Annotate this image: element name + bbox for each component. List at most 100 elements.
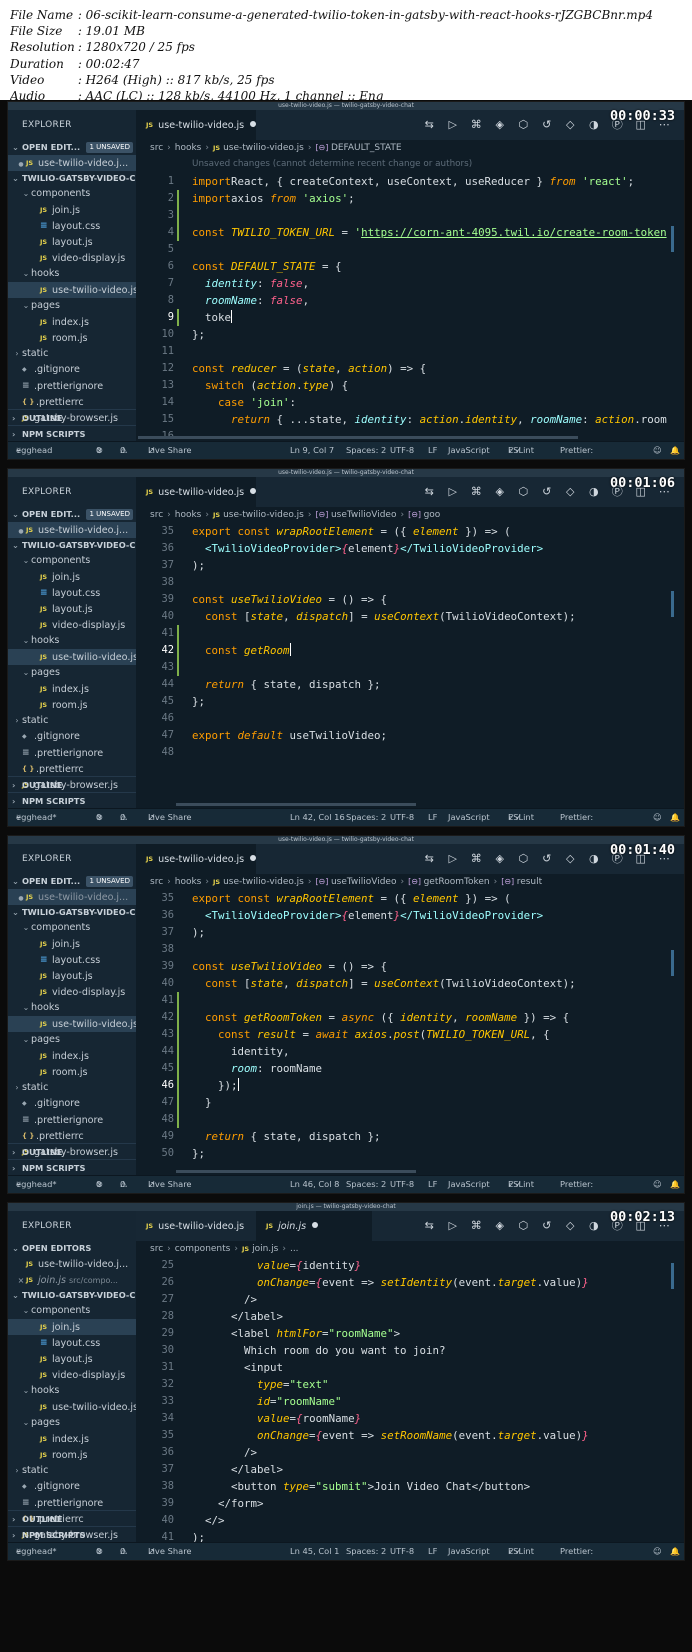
breadcrumb-symbol[interactable]: getRoomToken — [424, 877, 490, 887]
git-commit-icon[interactable]: ◇ — [559, 844, 583, 874]
feedback-icon[interactable]: ☺ — [653, 1543, 662, 1560]
source-control-icon[interactable]: ⇆ — [418, 1211, 442, 1241]
compare-icon[interactable]: ◑ — [582, 110, 606, 140]
encoding[interactable]: UTF-8 — [390, 1543, 414, 1560]
tree-item[interactable]: › static — [8, 346, 136, 362]
code-editor[interactable]: 35 export const wrapRootElement = ({ elem… — [136, 890, 684, 1175]
language[interactable]: JavaScript — [448, 1543, 490, 1560]
npm-header[interactable]: › NPM SCRIPTS — [8, 792, 136, 808]
tree-item[interactable]: ⌄ components — [8, 186, 136, 202]
code-editor[interactable]: 35 export const wrapRootElement = ({ elem… — [136, 523, 684, 808]
layers-icon[interactable]: ◈ — [488, 110, 512, 140]
git-branch[interactable]: ⑂ egghead* — [16, 1543, 57, 1560]
project-header[interactable]: ⌄ TWILIO-GATSBY-VIDEO-C... — [8, 1288, 136, 1303]
breadcrumb-symbol[interactable]: useTwilioVideo — [331, 510, 397, 520]
project-header[interactable]: ⌄ TWILIO-GATSBY-VIDEO-C... — [8, 171, 136, 186]
compare-icon[interactable]: ◑ — [582, 477, 606, 507]
breadcrumb-symbol[interactable]: goo — [424, 510, 441, 520]
tree-item[interactable]: JS room.js — [8, 1064, 136, 1080]
tree-item[interactable]: JS video-display.js — [8, 1367, 136, 1383]
prettier[interactable]: Prettier: — [560, 1543, 593, 1560]
tree-item[interactable]: JS use-twilio-video.js — [8, 282, 136, 298]
run-icon[interactable]: ▷ — [441, 1211, 465, 1241]
tree-item[interactable]: JS room.js — [8, 330, 136, 346]
editor-tab[interactable]: JS use-twilio-video.js — [136, 110, 257, 140]
tree-item[interactable]: JS index.js — [8, 681, 136, 697]
tree-item[interactable]: ≡ .prettierignore — [8, 378, 136, 394]
breadcrumb-file[interactable]: join.js — [252, 1244, 278, 1254]
feedback-icon[interactable]: ☺ — [653, 442, 662, 459]
breadcrumb-file[interactable]: use-twilio-video.js — [223, 143, 304, 153]
compare-icon[interactable]: ◑ — [582, 1211, 606, 1241]
tree-item[interactable]: JS layout.js — [8, 234, 136, 250]
indentation[interactable]: Spaces: 2 — [346, 1176, 386, 1193]
tree-item[interactable]: ≡ layout.css — [8, 585, 136, 601]
run-icon[interactable]: ▷ — [441, 477, 465, 507]
warnings-count[interactable]: ⚠ 0 — [120, 1176, 127, 1193]
command-icon[interactable]: ⌘ — [465, 477, 489, 507]
layers-icon[interactable]: ◈ — [488, 1211, 512, 1241]
tree-item[interactable]: JS join.js — [8, 936, 136, 952]
tree-item[interactable]: JS join.js — [8, 1319, 136, 1335]
history-icon[interactable]: ↺ — [535, 1211, 559, 1241]
tree-item[interactable]: JS use-twilio-video.js — [8, 1016, 136, 1032]
breadcrumb-symbol[interactable]: result — [517, 877, 542, 887]
breadcrumb-symbol[interactable]: useTwilioVideo — [331, 877, 397, 887]
tree-item[interactable]: { } .prettierrc — [8, 1128, 136, 1144]
tree-item[interactable]: ≡ layout.css — [8, 1335, 136, 1351]
tree-item[interactable]: ⌄ hooks — [8, 1383, 136, 1399]
git-commit-icon[interactable]: ◇ — [559, 110, 583, 140]
open-editor-item[interactable]: ● JS use-twilio-video.j... — [8, 522, 136, 538]
tree-item[interactable]: ≡ .prettierignore — [8, 745, 136, 761]
breadcrumb-folder[interactable]: hooks — [175, 143, 202, 153]
prettier[interactable]: Prettier: — [560, 809, 593, 826]
outline-header[interactable]: › OUTLINE — [8, 1143, 136, 1159]
indentation[interactable]: Spaces: 2 — [346, 442, 386, 459]
errors-count[interactable]: ⊗ 0 — [96, 809, 103, 826]
tree-item[interactable]: JS join.js — [8, 569, 136, 585]
eslint[interactable]: ✓✓ ESLint — [508, 809, 534, 826]
prettier[interactable]: Prettier: — [560, 1176, 593, 1193]
notifications-bell-icon[interactable]: 🔔 — [670, 1176, 680, 1193]
open-editor-item[interactable]: JS use-twilio-video.j... — [8, 1256, 136, 1272]
tree-item[interactable]: ⌄ components — [8, 553, 136, 569]
compare-icon[interactable]: ◑ — [582, 844, 606, 874]
tree-item[interactable]: ≡ .prettierignore — [8, 1495, 136, 1511]
tree-item[interactable]: ⌄ components — [8, 1303, 136, 1319]
breadcrumb-src[interactable]: src — [150, 877, 163, 887]
package-icon[interactable]: ⬡ — [512, 110, 536, 140]
encoding[interactable]: UTF-8 — [390, 1176, 414, 1193]
breadcrumb-src[interactable]: src — [150, 143, 163, 153]
tree-item[interactable]: ⌄ pages — [8, 665, 136, 681]
history-icon[interactable]: ↺ — [535, 477, 559, 507]
tree-item[interactable]: JS video-display.js — [8, 617, 136, 633]
tree-item[interactable]: ⌄ hooks — [8, 633, 136, 649]
command-icon[interactable]: ⌘ — [465, 844, 489, 874]
eol[interactable]: LF — [428, 1543, 437, 1560]
tree-item[interactable]: ⌄ hooks — [8, 266, 136, 282]
outline-header[interactable]: › OUTLINE — [8, 776, 136, 792]
layers-icon[interactable]: ◈ — [488, 477, 512, 507]
tree-item[interactable]: ⌄ pages — [8, 1415, 136, 1431]
tree-item[interactable]: JS layout.js — [8, 1351, 136, 1367]
errors-count[interactable]: ⊗ 0 — [96, 1543, 103, 1560]
tree-item[interactable]: ◆ .gitignore — [8, 1479, 136, 1495]
tree-item[interactable]: JS video-display.js — [8, 250, 136, 266]
package-icon[interactable]: ⬡ — [512, 1211, 536, 1241]
breadcrumb-src[interactable]: src — [150, 510, 163, 520]
tree-item[interactable]: JS video-display.js — [8, 984, 136, 1000]
source-control-icon[interactable]: ⇆ — [418, 110, 442, 140]
vertical-scrollbar[interactable] — [671, 1263, 674, 1289]
editor-tab[interactable]: JS use-twilio-video.js — [136, 1211, 256, 1241]
tree-item[interactable]: JS index.js — [8, 1048, 136, 1064]
encoding[interactable]: UTF-8 — [390, 442, 414, 459]
prettier[interactable]: Prettier: — [560, 442, 593, 459]
breadcrumb-folder[interactable]: hooks — [175, 877, 202, 887]
tree-item[interactable]: ◆ .gitignore — [8, 362, 136, 378]
live-share[interactable]: ↗ Live Share — [148, 809, 192, 826]
tree-item[interactable]: › static — [8, 1080, 136, 1096]
language[interactable]: JavaScript — [448, 809, 490, 826]
tree-item[interactable]: { } .prettierrc — [8, 761, 136, 777]
outline-header[interactable]: › OUTLINE — [8, 409, 136, 425]
breadcrumb-symbol[interactable]: ... — [290, 1244, 299, 1254]
